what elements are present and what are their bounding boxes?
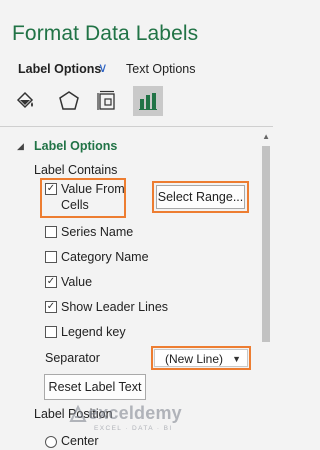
chevron-down-icon[interactable]: ∨ (98, 60, 108, 76)
watermark-tagline: EXCEL · DATA · BI (94, 425, 173, 432)
exceldemy-logo-icon (69, 404, 87, 422)
pane-title: Format Data Labels (12, 22, 199, 45)
legend-key-label: Legend key (61, 325, 126, 339)
separator-value: (New Line) (165, 352, 224, 366)
tab-text-options[interactable]: Text Options (126, 62, 195, 76)
tab-label-options[interactable]: Label Options (18, 62, 101, 76)
series-name-label: Series Name (61, 225, 134, 239)
value-label: Value (61, 275, 93, 289)
format-category-iconbar (10, 86, 170, 118)
center-radio[interactable] (45, 436, 57, 448)
size-properties-icon[interactable] (92, 86, 122, 116)
value-from-cells-checkbox[interactable]: ✓ (45, 183, 57, 195)
value-checkbox[interactable]: ✓ (45, 276, 57, 288)
show-leader-lines-checkbox[interactable]: ✓ (45, 301, 57, 313)
exceldemy-watermark: exceldemy EXCEL · DATA · BI (68, 403, 182, 432)
legend-key-checkbox[interactable] (45, 326, 57, 338)
divider (0, 126, 273, 127)
select-range-button[interactable]: Select Range... (156, 185, 245, 209)
category-name-label: Category Name (61, 250, 149, 264)
center-label: Center (61, 434, 99, 448)
watermark-name: exceldemy (88, 403, 182, 423)
fill-line-icon[interactable] (10, 86, 40, 116)
show-leader-lines-label: Show Leader Lines (61, 300, 169, 314)
scrollbar-thumb[interactable] (262, 146, 270, 342)
reset-label-text-button[interactable]: Reset Label Text (44, 374, 146, 400)
scroll-up-icon[interactable]: ▲ (262, 132, 270, 141)
collapse-triangle-icon[interactable]: ◢ (17, 141, 24, 152)
dropdown-caret-icon: ▼ (232, 354, 241, 364)
value-from-cells-label-line1: Value From (61, 182, 125, 196)
label-contains-heading: Label Contains (34, 163, 118, 177)
section-header-label-options[interactable]: Label Options (34, 139, 117, 153)
series-name-checkbox[interactable] (45, 226, 57, 238)
label-options-chart-icon[interactable] (133, 86, 163, 116)
separator-dropdown[interactable]: (New Line) ▼ (154, 349, 248, 367)
category-name-checkbox[interactable] (45, 251, 57, 263)
separator-label: Separator (45, 351, 100, 365)
effects-icon[interactable] (54, 86, 84, 116)
value-from-cells-label-line2: Cells (61, 198, 89, 212)
